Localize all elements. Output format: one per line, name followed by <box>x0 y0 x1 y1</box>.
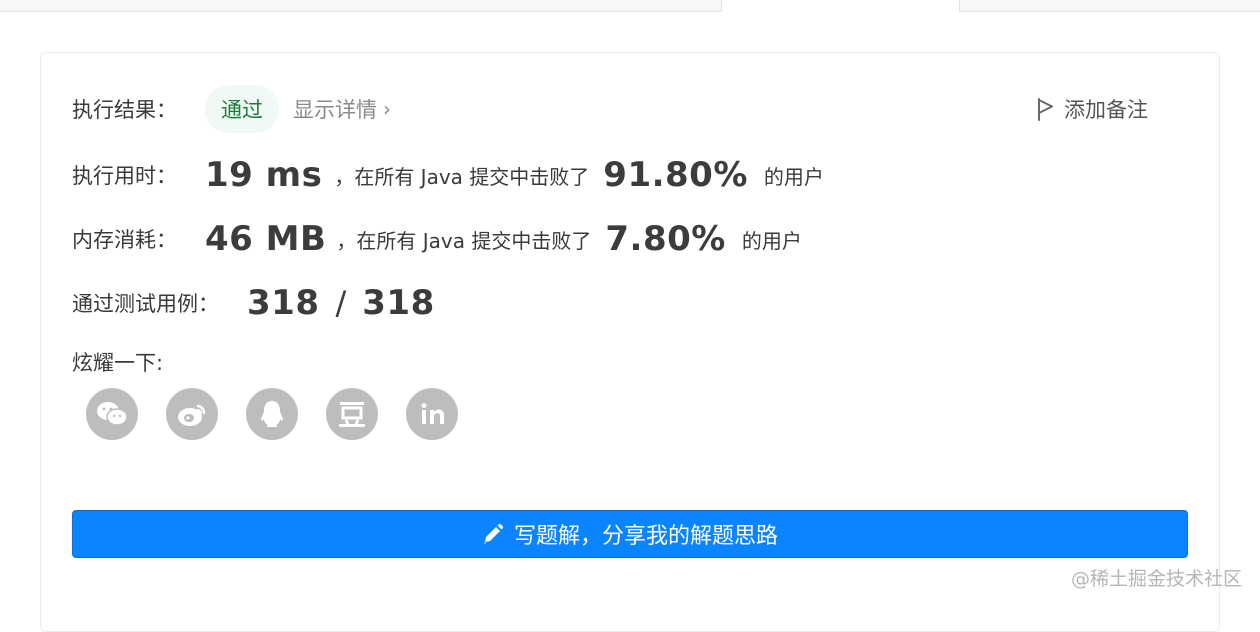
write-solution-label: 写题解，分享我的解题思路 <box>513 524 778 549</box>
result-row: 执行结果： 通过 显示详情 › <box>72 84 391 134</box>
memory-beat-text: ，在所有 Java 提交中击败了 <box>336 228 592 253</box>
add-note-button[interactable]: 添加备注 <box>1036 90 1148 128</box>
weibo-icon <box>178 404 206 426</box>
testcases-separator: / <box>335 284 347 322</box>
runtime-users-text: 的用户 <box>763 164 824 189</box>
memory-value: 46 MB <box>205 219 327 259</box>
status-badge: 通过 <box>205 85 279 133</box>
testcases-label: 通过测试用例： <box>72 292 219 316</box>
memory-label: 内存消耗： <box>72 228 177 252</box>
memory-row: 内存消耗： 46 MB ，在所有 Java 提交中击败了 7.80% 的用户 <box>72 214 802 264</box>
linkedin-icon <box>421 403 444 424</box>
chevron-right-icon: › <box>383 97 391 121</box>
show-details-label: 显示详情 <box>293 98 377 122</box>
tab-left[interactable] <box>0 0 722 12</box>
show-details-link[interactable]: 显示详情 › <box>293 94 391 124</box>
result-label: 执行结果： <box>72 98 177 122</box>
add-note-label: 添加备注 <box>1064 98 1148 122</box>
share-row: 炫耀一下: <box>72 344 163 380</box>
qq-share-button[interactable] <box>246 388 298 440</box>
watermark-text: @稀土掘金技术社区 <box>1070 568 1242 590</box>
runtime-beat-text: ，在所有 Java 提交中击败了 <box>334 164 590 189</box>
weibo-share-button[interactable] <box>166 388 218 440</box>
testcases-row: 通过测试用例： 318 / 318 <box>72 278 435 328</box>
flag-icon <box>1038 98 1053 121</box>
runtime-label: 执行用时： <box>72 164 177 188</box>
runtime-value: 19 ms <box>205 155 323 195</box>
wechat-icon <box>97 402 128 426</box>
douban-share-button[interactable] <box>326 388 378 440</box>
memory-percent: 7.80% <box>605 219 726 259</box>
runtime-row: 执行用时： 19 ms ，在所有 Java 提交中击败了 91.80% 的用户 <box>72 150 824 200</box>
testcases-passed: 318 <box>247 283 320 323</box>
tab-right[interactable] <box>959 0 1260 12</box>
tab-active[interactable] <box>722 0 960 12</box>
write-solution-button[interactable]: 写题解，分享我的解题思路 <box>72 510 1188 558</box>
pencil-icon <box>483 523 504 544</box>
runtime-percent: 91.80% <box>603 155 748 195</box>
social-share-buttons <box>86 388 486 440</box>
douban-icon <box>339 402 365 427</box>
top-tab-strip <box>0 0 1260 12</box>
share-label: 炫耀一下: <box>72 351 164 375</box>
qq-icon <box>261 401 283 427</box>
linkedin-share-button[interactable] <box>406 388 458 440</box>
memory-users-text: 的用户 <box>741 228 802 253</box>
wechat-share-button[interactable] <box>86 388 138 440</box>
testcases-total: 318 <box>362 283 435 323</box>
